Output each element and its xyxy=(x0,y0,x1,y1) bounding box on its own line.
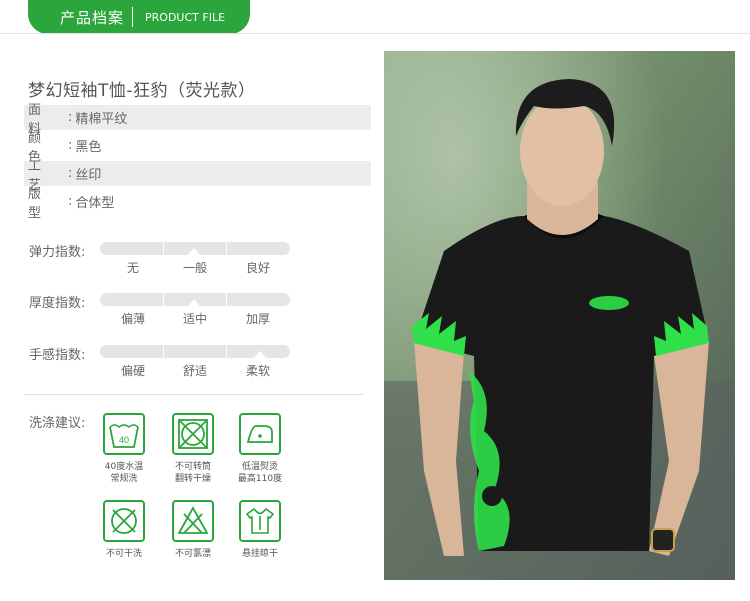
wash-caption: 低温熨烫 最高110度 xyxy=(228,461,292,485)
wash-item-40: 40 40度水温 常规洗 xyxy=(92,413,156,485)
spec-row-fit: 版型: 合体型 xyxy=(24,187,371,221)
wash-caption-line1: 悬挂晾干 xyxy=(241,549,278,559)
header-separator xyxy=(132,7,134,27)
spec-row-fabric: 面料: 精棉平纹 xyxy=(24,103,371,137)
wash-caption-line1: 40度水温 xyxy=(104,462,144,472)
hand-feel-label: 手感指数: xyxy=(29,348,86,363)
elasticity-track xyxy=(100,242,290,255)
elasticity-option-good: 良好 xyxy=(245,261,270,275)
track-tick xyxy=(163,345,164,358)
low-iron-icon xyxy=(239,413,281,455)
track-tick xyxy=(226,345,227,358)
wash-caption-line1: 不可干洗 xyxy=(105,549,142,559)
hand-feel-option-soft: 柔软 xyxy=(245,364,270,378)
spec-row-color: 颜色: 黑色 xyxy=(24,131,371,165)
spec-colon: : xyxy=(68,194,73,209)
wash-item-no-dry-clean: 不可干洗 xyxy=(92,500,156,560)
thickness-option-medium: 适中 xyxy=(182,312,207,326)
wash-temp-text: 40 xyxy=(119,435,129,445)
track-tick xyxy=(163,242,164,255)
product-photo xyxy=(384,51,735,580)
wash-label: 洗涤建议: xyxy=(29,416,86,431)
thickness-option-thick: 加厚 xyxy=(245,312,270,326)
elasticity-pointer xyxy=(188,248,200,255)
wash-40-icon: 40 xyxy=(103,413,145,455)
spec-value: 精棉平纹 xyxy=(75,112,128,127)
hand-feel-option-comfortable: 舒适 xyxy=(182,364,207,378)
wash-item-no-bleach: 不可氯漂 xyxy=(161,500,225,560)
wash-caption: 不可转筒 翻转干燥 xyxy=(161,461,225,485)
spec-colon: : xyxy=(68,138,73,153)
spec-value: 合体型 xyxy=(75,196,115,211)
wash-caption-line2: 最高110度 xyxy=(237,474,283,484)
elasticity-label: 弹力指数: xyxy=(29,245,86,260)
hand-feel-track xyxy=(100,345,290,358)
header-divider xyxy=(0,33,750,34)
hang-dry-icon xyxy=(239,500,281,542)
wash-item-hang-dry: 悬挂晾干 xyxy=(228,500,292,560)
product-title: 梦幻短袖T恤-狂豹（荧光款） xyxy=(28,81,256,101)
wash-caption-line1: 低温熨烫 xyxy=(241,462,278,472)
hand-feel-option-hard: 偏硬 xyxy=(120,364,145,378)
wash-caption-line1: 不可氯漂 xyxy=(174,549,211,559)
wash-caption-line2: 翻转干燥 xyxy=(174,474,211,484)
wash-caption: 不可干洗 xyxy=(92,548,156,560)
track-tick xyxy=(226,242,227,255)
header-tab: 产品档案 PRODUCT FILE xyxy=(28,0,250,34)
thickness-option-thin: 偏薄 xyxy=(120,312,145,326)
thickness-pointer xyxy=(188,299,200,306)
wash-caption-line2: 常规洗 xyxy=(110,474,138,484)
header-title-cn: 产品档案 xyxy=(60,8,125,27)
wash-caption-line1: 不可转筒 xyxy=(174,462,211,472)
no-tumble-dry-icon xyxy=(172,413,214,455)
spec-value: 黑色 xyxy=(75,140,102,155)
thickness-label: 厚度指数: xyxy=(29,296,86,311)
spec-colon: : xyxy=(68,166,73,181)
wash-caption: 不可氯漂 xyxy=(161,548,225,560)
no-dry-clean-icon xyxy=(103,500,145,542)
header-title-en: PRODUCT FILE xyxy=(145,10,226,24)
spec-label: 版型 xyxy=(28,186,50,221)
track-tick xyxy=(226,293,227,306)
spec-value: 丝印 xyxy=(75,168,102,183)
hand-feel-pointer xyxy=(254,351,266,358)
spec-row-craft: 工艺: 丝印 xyxy=(24,159,371,193)
no-bleach-icon xyxy=(172,500,214,542)
elasticity-option-normal: 一般 xyxy=(182,261,207,275)
section-divider xyxy=(24,394,364,395)
wash-caption: 悬挂晾干 xyxy=(228,548,292,560)
thickness-track xyxy=(100,293,290,306)
wash-item-low-iron: 低温熨烫 最高110度 xyxy=(228,413,292,485)
spec-colon: : xyxy=(68,110,73,125)
wash-item-no-tumble: 不可转筒 翻转干燥 xyxy=(161,413,225,485)
wash-caption: 40度水温 常规洗 xyxy=(92,461,156,485)
track-tick xyxy=(163,293,164,306)
elasticity-option-none: 无 xyxy=(126,261,139,275)
